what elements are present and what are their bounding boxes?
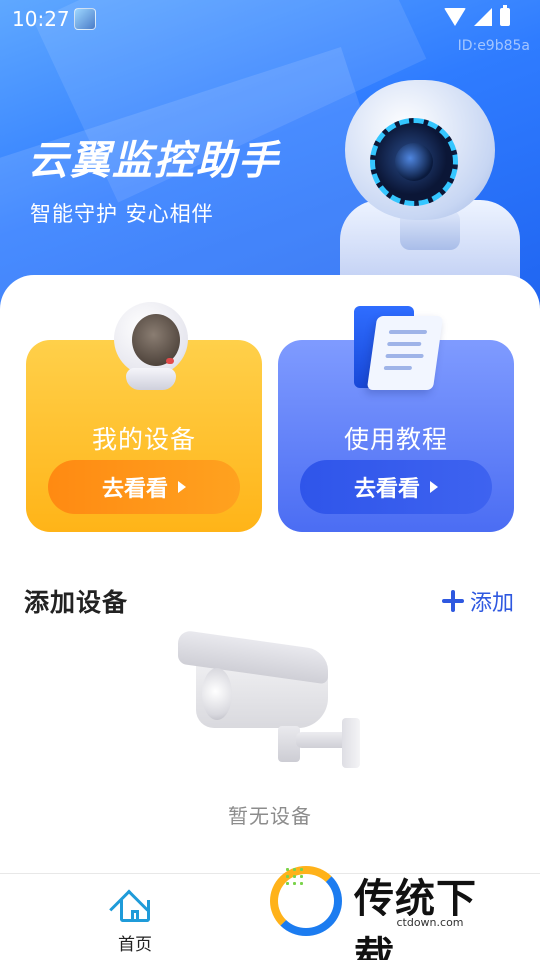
smart-speaker-icon: [114, 302, 194, 392]
watermark-url: ctdown.com: [392, 916, 468, 929]
play-icon: [178, 481, 186, 493]
security-camera-illustration: [178, 629, 364, 774]
status-bar: 10:27: [0, 0, 540, 38]
watermark-logo: [270, 866, 342, 936]
cell-signal-icon: [474, 8, 492, 26]
my-devices-title: 我的设备: [91, 425, 196, 454]
home-icon: [109, 884, 156, 930]
tutorial-card[interactable]: 使用教程 去看看: [278, 306, 514, 532]
empty-state-text: 暂无设备: [228, 804, 312, 828]
battery-icon: [500, 5, 510, 26]
robot-camera-illustration: [330, 80, 530, 300]
app-title: 云翼监控助手: [28, 138, 280, 184]
robot-lens: [395, 143, 433, 181]
nav-home-label: 首页: [118, 935, 152, 955]
tutorial-title: 使用教程: [343, 425, 448, 454]
wifi-icon: [444, 8, 466, 26]
device-id: ID:e9b85a: [457, 38, 530, 54]
add-device-button[interactable]: 添加: [441, 585, 514, 617]
my-devices-button-label: 去看看: [101, 477, 168, 502]
robot-lens-ring: [370, 118, 458, 206]
notification-app-icon: [74, 8, 96, 30]
plus-icon: [441, 590, 464, 612]
document-icon: [350, 302, 446, 402]
watermark: 传统下载 ctdown.com: [266, 860, 516, 960]
robot-head: [345, 80, 495, 220]
status-icons: [444, 5, 510, 26]
add-device-label: 添加: [469, 591, 514, 616]
nav-home-tab[interactable]: 首页: [104, 882, 166, 955]
app-subtitle: 智能守护 安心相伴: [30, 202, 214, 226]
play-icon: [430, 481, 438, 493]
add-device-section-title: 添加设备: [24, 588, 129, 617]
my-devices-button[interactable]: 去看看: [48, 460, 240, 514]
watermark-brand: 传统下载: [354, 876, 477, 960]
my-devices-card[interactable]: 我的设备 去看看: [26, 302, 262, 532]
tutorial-button[interactable]: 去看看: [300, 460, 492, 514]
status-time: 10:27: [12, 7, 70, 31]
tutorial-button-label: 去看看: [353, 477, 420, 502]
